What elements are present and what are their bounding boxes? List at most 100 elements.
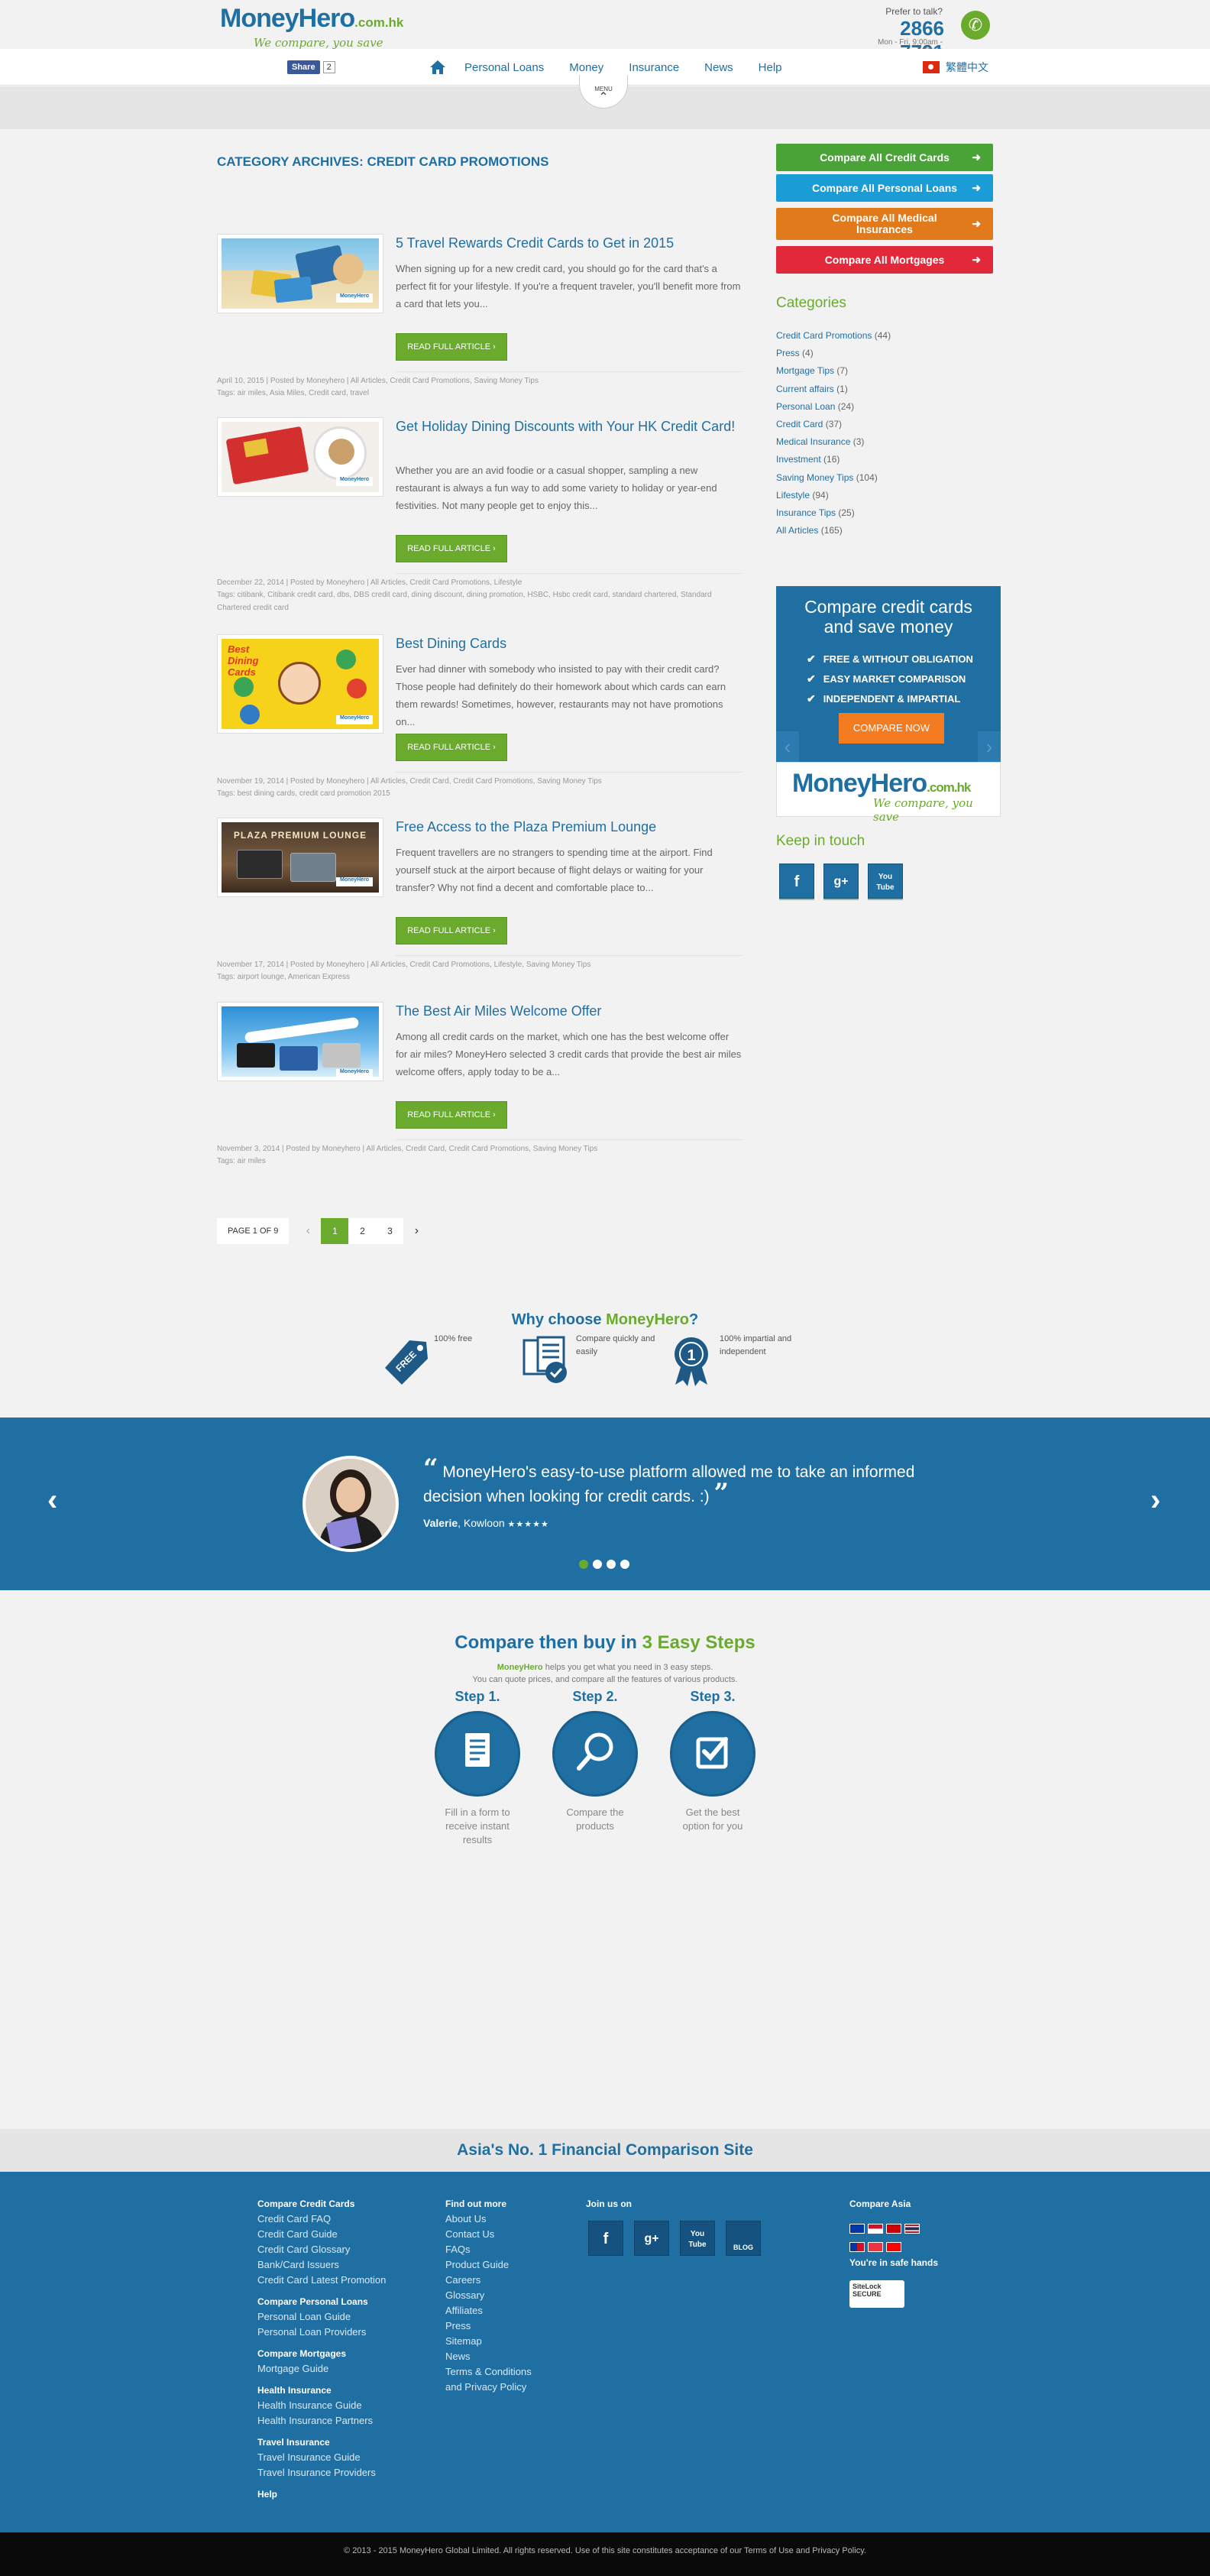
- footer-link[interactable]: Sitemap: [445, 2334, 532, 2349]
- home-icon[interactable]: [429, 59, 446, 76]
- read-more-button[interactable]: READ FULL ARTICLE ›: [396, 333, 507, 361]
- footer-link[interactable]: Product Guide: [445, 2257, 532, 2273]
- nav-item-personal-loans[interactable]: Personal Loans: [464, 61, 544, 74]
- post-title[interactable]: The Best Air Miles Welcome Offer: [396, 1002, 742, 1020]
- nav-item-help[interactable]: Help: [759, 61, 782, 74]
- read-more-button[interactable]: READ FULL ARTICLE ›: [396, 917, 507, 945]
- read-more-button[interactable]: READ FULL ARTICLE ›: [396, 535, 507, 562]
- page-number[interactable]: 3: [376, 1218, 404, 1244]
- footer-link[interactable]: Health Insurance Guide: [257, 2398, 386, 2413]
- footer-heading[interactable]: Help: [257, 2487, 386, 2502]
- footer-link[interactable]: and Privacy Policy: [445, 2380, 532, 2395]
- indonesia-flag-icon[interactable]: [868, 2224, 883, 2234]
- post-title[interactable]: Best Dining Cards: [396, 634, 742, 653]
- compare-personal-loans-button[interactable]: Compare All Personal Loans ➜: [776, 174, 993, 202]
- footer-link[interactable]: Careers: [445, 2273, 532, 2288]
- google-plus-icon[interactable]: g+: [823, 864, 859, 899]
- footer-heading[interactable]: Compare Personal Loans: [257, 2294, 386, 2309]
- read-more-button[interactable]: READ FULL ARTICLE ›: [396, 1101, 507, 1129]
- phone-icon[interactable]: ✆: [961, 11, 990, 40]
- category-link[interactable]: Credit Card: [776, 419, 823, 429]
- footer-link[interactable]: Mortgage Guide: [257, 2361, 386, 2377]
- category-link[interactable]: Credit Card Promotions: [776, 330, 872, 341]
- site-logo[interactable]: MoneyHero.com.hk We compare, you save: [220, 5, 403, 49]
- nav-item-insurance[interactable]: Insurance: [629, 61, 679, 74]
- category-link[interactable]: Saving Money Tips: [776, 472, 853, 483]
- footer-link[interactable]: Personal Loan Providers: [257, 2325, 386, 2340]
- facebook-share[interactable]: Share 2: [287, 60, 335, 75]
- footer-link[interactable]: Press: [445, 2318, 532, 2334]
- category-link[interactable]: Investment: [776, 454, 821, 465]
- language-switch[interactable]: 繁體中文: [923, 60, 988, 75]
- footer-link[interactable]: Credit Card FAQ: [257, 2211, 386, 2227]
- post-thumbnail[interactable]: MoneyHero: [217, 1002, 383, 1081]
- nav-item-news[interactable]: News: [704, 61, 733, 74]
- post-thumbnail[interactable]: MoneyHero: [217, 417, 383, 497]
- slider-dot[interactable]: [607, 1560, 616, 1569]
- footer-link[interactable]: Credit Card Latest Promotion: [257, 2273, 386, 2288]
- footer-link[interactable]: FAQs: [445, 2242, 532, 2257]
- youtube-icon[interactable]: You Tube: [868, 864, 903, 899]
- malaysia-flag-icon[interactable]: [886, 2224, 901, 2234]
- post-thumbnail[interactable]: Best Dining Cards MoneyHero: [217, 634, 383, 734]
- compare-credit-cards-button[interactable]: Compare All Credit Cards ➜: [776, 144, 993, 171]
- slider-dot[interactable]: [620, 1560, 629, 1569]
- footer-heading[interactable]: Health Insurance: [257, 2383, 386, 2398]
- slider-dot[interactable]: [579, 1560, 588, 1569]
- facebook-icon[interactable]: f: [588, 2221, 623, 2256]
- post-title[interactable]: Get Holiday Dining Discounts with Your H…: [396, 417, 742, 436]
- footer-link[interactable]: Travel Insurance Providers: [257, 2465, 386, 2480]
- category-link[interactable]: Mortgage Tips: [776, 365, 834, 376]
- slider-dot[interactable]: [593, 1560, 602, 1569]
- footer-link[interactable]: Health Insurance Partners: [257, 2413, 386, 2429]
- slider-next-icon[interactable]: ›: [1150, 1483, 1160, 1518]
- promo-prev-icon[interactable]: ‹: [776, 731, 799, 762]
- google-plus-icon[interactable]: g+: [634, 2221, 669, 2256]
- compare-mortgages-button[interactable]: Compare All Mortgages ➜: [776, 246, 993, 274]
- footer-link[interactable]: Terms & Conditions: [445, 2364, 532, 2380]
- post-thumbnail[interactable]: MoneyHero: [217, 234, 383, 313]
- footer-heading[interactable]: Compare Mortgages: [257, 2346, 386, 2361]
- category-link[interactable]: All Articles: [776, 525, 818, 536]
- share-button[interactable]: Share: [287, 60, 320, 74]
- footer-heading[interactable]: Travel Insurance: [257, 2435, 386, 2450]
- slider-prev-icon[interactable]: ‹: [47, 1483, 57, 1518]
- footer-link[interactable]: Credit Card Guide: [257, 2227, 386, 2242]
- footer-link[interactable]: Affiliates: [445, 2303, 532, 2318]
- category-link[interactable]: Insurance Tips: [776, 507, 836, 518]
- prev-page-icon[interactable]: ‹: [295, 1218, 321, 1244]
- facebook-icon[interactable]: f: [779, 864, 814, 899]
- category-link[interactable]: Current affairs: [776, 384, 834, 394]
- post-title[interactable]: Free Access to the Plaza Premium Lounge: [396, 818, 742, 836]
- post-title[interactable]: 5 Travel Rewards Credit Cards to Get in …: [396, 234, 742, 252]
- footer-heading[interactable]: Compare Credit Cards: [257, 2196, 386, 2211]
- footer-link[interactable]: Contact Us: [445, 2227, 532, 2242]
- sitelock-badge[interactable]: SiteLock SECURE: [849, 2280, 904, 2308]
- category-link[interactable]: Press: [776, 348, 800, 358]
- philippines-flag-icon[interactable]: [849, 2242, 865, 2252]
- footer-link[interactable]: Travel Insurance Guide: [257, 2450, 386, 2465]
- compare-now-button[interactable]: COMPARE NOW: [839, 713, 944, 744]
- compare-medical-insurances-button[interactable]: Compare All Medical Insurances ➜: [776, 208, 993, 240]
- page-number[interactable]: 1: [321, 1218, 349, 1244]
- footer-link[interactable]: News: [445, 2349, 532, 2364]
- promo-banner[interactable]: Compare credit cardsand save money FREE …: [776, 586, 1001, 824]
- footer-link[interactable]: About Us: [445, 2211, 532, 2227]
- philippines-flag-icon[interactable]: [849, 2224, 865, 2234]
- blog-icon[interactable]: BLOG: [726, 2221, 761, 2256]
- singapore-flag-icon[interactable]: [868, 2242, 883, 2252]
- promo-next-icon[interactable]: ›: [978, 731, 1001, 762]
- youtube-icon[interactable]: You Tube: [680, 2221, 715, 2256]
- footer-link[interactable]: Credit Card Glossary: [257, 2242, 386, 2257]
- footer-link[interactable]: Personal Loan Guide: [257, 2309, 386, 2325]
- post-thumbnail[interactable]: PLAZA PREMIUM LOUNGE MoneyHero: [217, 818, 383, 897]
- category-link[interactable]: Medical Insurance: [776, 436, 850, 447]
- taiwan-flag-icon[interactable]: [886, 2242, 901, 2252]
- category-link[interactable]: Personal Loan: [776, 401, 835, 412]
- read-more-button[interactable]: READ FULL ARTICLE ›: [396, 734, 507, 761]
- category-link[interactable]: Lifestyle: [776, 490, 810, 501]
- next-page-icon[interactable]: ›: [403, 1218, 429, 1244]
- footer-link[interactable]: Bank/Card Issuers: [257, 2257, 386, 2273]
- thailand-flag-icon[interactable]: [904, 2224, 920, 2234]
- footer-link[interactable]: Glossary: [445, 2288, 532, 2303]
